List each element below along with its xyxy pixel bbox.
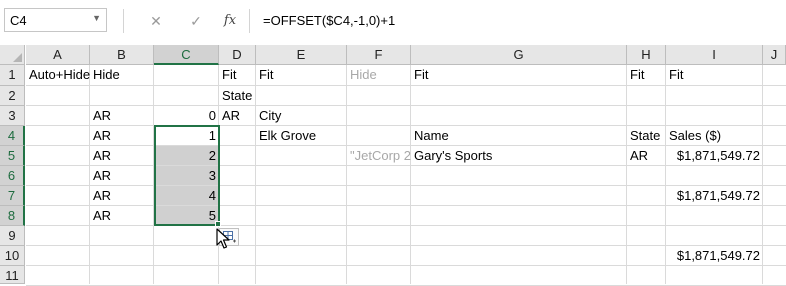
cell-e1[interactable]: Fit bbox=[256, 65, 347, 85]
cell-i1[interactable]: Fit bbox=[666, 65, 763, 85]
cell-h5[interactable]: AR bbox=[627, 146, 666, 166]
row-header-2[interactable]: 2 bbox=[0, 86, 25, 106]
cross-arrow-cursor-icon bbox=[216, 228, 232, 253]
cell-b1[interactable]: Hide bbox=[90, 65, 154, 85]
row-header-3[interactable]: 3 bbox=[0, 106, 25, 126]
column-header-h[interactable]: H bbox=[627, 45, 666, 65]
column-header-f[interactable]: F bbox=[347, 45, 411, 65]
select-all-triangle-icon bbox=[13, 53, 22, 62]
gridline-horizontal bbox=[26, 85, 786, 86]
cell-i4[interactable]: Sales ($) bbox=[666, 126, 763, 146]
gridline-vertical bbox=[410, 65, 411, 284]
column-header-e[interactable]: E bbox=[256, 45, 347, 65]
cell-f1[interactable]: Hide bbox=[347, 65, 411, 85]
name-box-value: C4 bbox=[10, 13, 27, 28]
cell-f5[interactable]: "JetCorp 2 bbox=[347, 146, 411, 166]
row-header-5[interactable]: 5 bbox=[0, 146, 25, 166]
row-header-11[interactable]: 11 bbox=[0, 266, 25, 284]
column-header-a[interactable]: A bbox=[26, 45, 90, 65]
formula-text: =OFFSET($C4,-1,0)+1 bbox=[263, 13, 396, 28]
cell-b4[interactable]: AR bbox=[90, 126, 154, 146]
cell-g4[interactable]: Name bbox=[411, 126, 627, 146]
cell-i10[interactable]: $1,871,549.72 bbox=[666, 246, 763, 266]
cell-b5[interactable]: AR bbox=[90, 146, 154, 166]
cell-i5[interactable]: $1,871,549.72 bbox=[666, 146, 763, 166]
gridline-vertical bbox=[346, 65, 347, 284]
cell-b7[interactable]: AR bbox=[90, 186, 154, 206]
cell-g1[interactable]: Fit bbox=[411, 65, 627, 85]
row-header-8[interactable]: 8 bbox=[0, 206, 25, 226]
column-header-c[interactable]: C bbox=[154, 45, 219, 65]
cell-b8[interactable]: AR bbox=[90, 206, 154, 226]
cell-h1[interactable]: Fit bbox=[627, 65, 666, 85]
row-header-10[interactable]: 10 bbox=[0, 246, 25, 266]
cell-a1[interactable]: Auto+Hide bbox=[26, 65, 90, 85]
insert-function-icon[interactable]: fx bbox=[220, 12, 240, 30]
formula-bar-area: C4 ▼ ✕ ✓ fx =OFFSET($C4,-1,0)+1 bbox=[0, 0, 786, 44]
gridline-vertical bbox=[626, 65, 627, 284]
row-header-1[interactable]: 1 bbox=[0, 65, 25, 86]
cell-i7[interactable]: $1,871,549.72 bbox=[666, 186, 763, 206]
name-box-dropdown-icon[interactable]: ▼ bbox=[92, 13, 101, 23]
fill-handle[interactable] bbox=[215, 221, 221, 227]
selection-range-border bbox=[154, 125, 220, 226]
cell-h4[interactable]: State bbox=[627, 126, 666, 146]
enter-icon[interactable]: ✓ bbox=[186, 12, 206, 30]
formula-bar-separator bbox=[123, 9, 124, 33]
row-header-6[interactable]: 6 bbox=[0, 166, 25, 186]
cell-b6[interactable]: AR bbox=[90, 166, 154, 186]
formula-input[interactable]: =OFFSET($C4,-1,0)+1 bbox=[249, 9, 786, 33]
cancel-icon[interactable]: ✕ bbox=[146, 12, 166, 30]
cell-e3[interactable]: City bbox=[256, 106, 347, 126]
row-header-9[interactable]: 9 bbox=[0, 226, 25, 246]
column-header-j[interactable]: J bbox=[763, 45, 786, 65]
row-header-7[interactable]: 7 bbox=[0, 186, 25, 206]
cell-c3[interactable]: 0 bbox=[154, 106, 219, 126]
column-header-d[interactable]: D bbox=[219, 45, 256, 65]
column-header-i[interactable]: I bbox=[666, 45, 763, 65]
cell-d2[interactable]: State bbox=[219, 86, 256, 106]
cell-b3[interactable]: AR bbox=[90, 106, 154, 126]
column-header-b[interactable]: B bbox=[90, 45, 154, 65]
cell-d3[interactable]: AR bbox=[219, 106, 256, 126]
cell-g5[interactable]: Gary's Sports bbox=[411, 146, 627, 166]
row-header-4[interactable]: 4 bbox=[0, 126, 25, 146]
column-header-g[interactable]: G bbox=[411, 45, 627, 65]
cell-d1[interactable]: Fit bbox=[219, 65, 256, 85]
name-box[interactable]: C4 ▼ bbox=[4, 8, 107, 32]
cell-e4[interactable]: Elk Grove bbox=[256, 126, 347, 146]
